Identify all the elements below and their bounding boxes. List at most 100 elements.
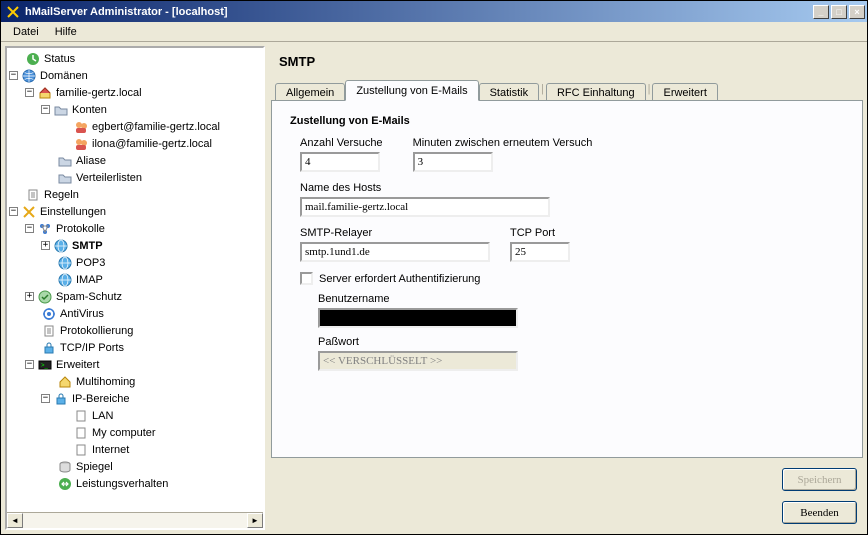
tree-item-mirror[interactable]: Spiegel (9, 458, 263, 475)
nav-tree[interactable]: Status − Domänen − familie-gertz.local (7, 48, 263, 512)
minutes-input[interactable] (413, 152, 493, 172)
tree-item-accounts[interactable]: − Konten (9, 101, 263, 118)
lock-icon (41, 340, 57, 356)
password-input[interactable] (318, 351, 518, 371)
lock-icon (53, 391, 69, 407)
username-input[interactable] (318, 308, 518, 328)
bug-icon (41, 306, 57, 322)
tree-panel: Status − Domänen − familie-gertz.local (5, 46, 265, 530)
content-area: Status − Domänen − familie-gertz.local (1, 42, 867, 534)
tree-item-multihoming[interactable]: Multihoming (9, 373, 263, 390)
hostname-label: Name des Hosts (300, 182, 844, 194)
wrench-icon (21, 204, 37, 220)
tree-item-advanced[interactable]: − >_ Erweitert (9, 356, 263, 373)
tcpport-input[interactable] (510, 242, 570, 262)
tree-item-domains[interactable]: − Domänen (9, 67, 263, 84)
scroll-left-button[interactable]: ◄ (7, 513, 23, 528)
relayer-label: SMTP-Relayer (300, 227, 490, 239)
minimize-button[interactable]: _ (813, 5, 829, 19)
exit-button[interactable]: Beenden (782, 501, 857, 524)
doc-icon (41, 323, 57, 339)
expander-icon[interactable]: + (25, 292, 34, 301)
disk-icon (57, 459, 73, 475)
svg-text:>_: >_ (41, 363, 49, 369)
tree-item-account-egbert[interactable]: egbert@familie-gertz.local (9, 118, 263, 135)
expander-icon[interactable]: − (9, 207, 18, 216)
page-title: SMTP (271, 46, 863, 79)
titlebar: hMailServer Administrator - [localhost] … (1, 1, 867, 22)
status-icon (25, 51, 41, 67)
tree-item-pop3[interactable]: POP3 (9, 254, 263, 271)
globe2-icon (53, 238, 69, 254)
doc-icon (73, 408, 89, 424)
doc-icon (73, 442, 89, 458)
username-label: Benutzername (318, 293, 844, 305)
tree-item-distlists[interactable]: Verteilerlisten (9, 169, 263, 186)
section-title: Zustellung von E-Mails (290, 115, 844, 127)
house-icon (57, 374, 73, 390)
globe2-icon (57, 272, 73, 288)
expander-icon[interactable]: − (41, 394, 50, 403)
scroll-right-button[interactable]: ► (247, 513, 263, 528)
minutes-label: Minuten zwischen erneutem Versuch (413, 137, 593, 149)
main-panel: SMTP Allgemein Zustellung von E-Mails St… (271, 46, 863, 530)
expander-icon[interactable]: − (25, 360, 34, 369)
tab-separator: | (648, 83, 651, 97)
tree-item-status[interactable]: Status (9, 50, 263, 67)
save-button[interactable]: Speichern (782, 468, 857, 491)
tree-item-rules[interactable]: Regeln (9, 186, 263, 203)
relayer-input[interactable] (300, 242, 490, 262)
tree-item-tcpip[interactable]: TCP/IP Ports (9, 339, 263, 356)
horizontal-scrollbar[interactable]: ◄ ► (7, 512, 263, 528)
tree-item-account-ilona[interactable]: ilona@familie-gertz.local (9, 135, 263, 152)
arrows-icon (57, 476, 73, 492)
expander-icon[interactable]: − (25, 88, 34, 97)
tree-item-antivirus[interactable]: AntiVirus (9, 305, 263, 322)
scroll-track[interactable] (23, 513, 247, 528)
tree-item-internet[interactable]: Internet (9, 441, 263, 458)
requires-auth-checkbox[interactable] (300, 272, 313, 285)
button-bar-bottom: Beenden (271, 497, 863, 530)
tree-item-logging[interactable]: Protokollierung (9, 322, 263, 339)
menubar: Datei Hilfe (1, 22, 867, 42)
tree-item-smtp[interactable]: + SMTP (9, 237, 263, 254)
retries-label: Anzahl Versuche (300, 137, 383, 149)
tree-item-spam[interactable]: + Spam-Schutz (9, 288, 263, 305)
close-button[interactable]: × (849, 5, 865, 19)
tab-delivery[interactable]: Zustellung von E-Mails (345, 80, 478, 101)
globe-icon (21, 68, 37, 84)
folder-icon (57, 153, 73, 169)
hostname-input[interactable] (300, 197, 550, 217)
users-icon (73, 119, 89, 135)
password-label: Paßwort (318, 336, 844, 348)
tab-separator: | (541, 83, 544, 97)
window-buttons: _ □ × (813, 5, 865, 19)
app-icon (5, 4, 21, 20)
protocol-icon (37, 221, 53, 237)
globe2-icon (57, 255, 73, 271)
tree-item-performance[interactable]: Leistungsverhalten (9, 475, 263, 492)
tree-item-mycomputer[interactable]: My computer (9, 424, 263, 441)
folder-icon (53, 102, 69, 118)
tab-strip: Allgemein Zustellung von E-Mails Statist… (271, 79, 863, 101)
app-window: hMailServer Administrator - [localhost] … (0, 0, 868, 535)
tree-item-aliases[interactable]: Aliase (9, 152, 263, 169)
tcpport-label: TCP Port (510, 227, 570, 239)
expander-icon[interactable]: + (41, 241, 50, 250)
tree-item-ipranges[interactable]: − IP-Bereiche (9, 390, 263, 407)
tree-item-protocols[interactable]: − Protokolle (9, 220, 263, 237)
shield-icon (37, 289, 53, 305)
maximize-button[interactable]: □ (831, 5, 847, 19)
tree-item-lan[interactable]: LAN (9, 407, 263, 424)
expander-icon[interactable]: − (25, 224, 34, 233)
tree-item-domain[interactable]: − familie-gertz.local (9, 84, 263, 101)
expander-icon[interactable]: − (41, 105, 50, 114)
menu-help[interactable]: Hilfe (47, 24, 85, 40)
retries-input[interactable] (300, 152, 380, 172)
menu-file[interactable]: Datei (5, 24, 47, 40)
tree-item-imap[interactable]: IMAP (9, 271, 263, 288)
house-icon (37, 85, 53, 101)
requires-auth-label: Server erfordert Authentifizierung (319, 273, 480, 285)
tree-item-settings[interactable]: − Einstellungen (9, 203, 263, 220)
expander-icon[interactable]: − (9, 71, 18, 80)
